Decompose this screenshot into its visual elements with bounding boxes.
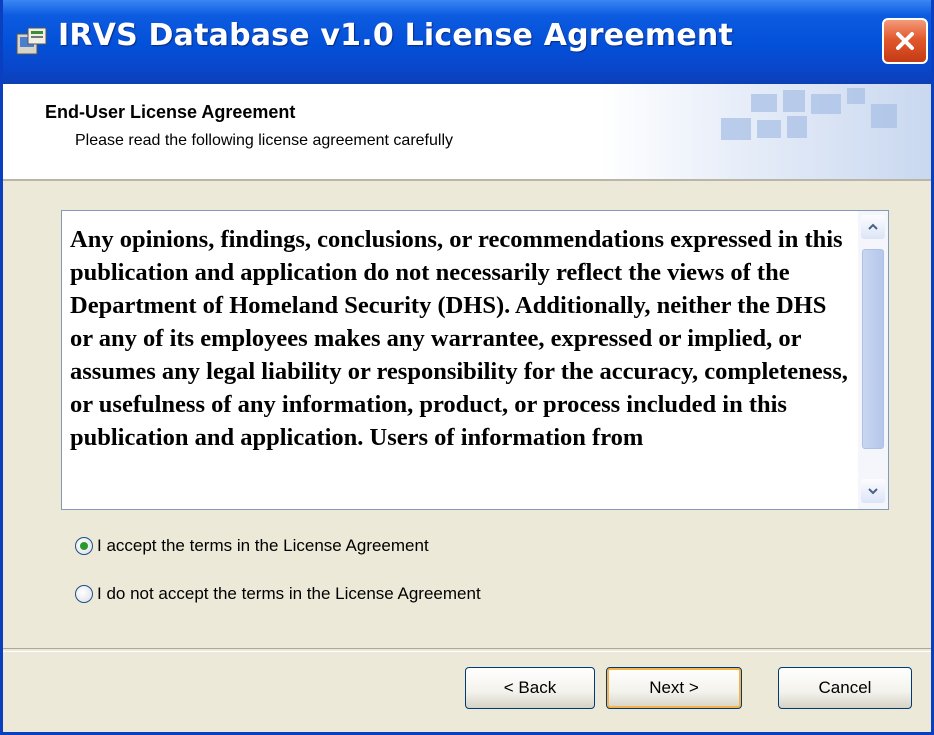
decline-option[interactable]: I do not accept the terms in the License… (75, 584, 481, 604)
scroll-down-button[interactable] (861, 479, 885, 503)
scroll-up-button[interactable] (861, 215, 885, 239)
accept-radio[interactable] (75, 537, 93, 555)
accept-option[interactable]: I accept the terms in the License Agreem… (75, 536, 429, 556)
close-icon (896, 32, 914, 50)
license-text: Any opinions, findings, conclusions, or … (70, 226, 848, 451)
installer-icon (16, 27, 47, 55)
header-title: End-User License Agreement (45, 102, 296, 122)
header-decoration (601, 84, 931, 179)
cancel-button[interactable]: Cancel (778, 667, 912, 709)
back-button[interactable]: < Back (465, 667, 595, 709)
scroll-thumb[interactable] (862, 249, 884, 449)
decline-radio[interactable] (75, 585, 93, 603)
accept-label[interactable]: I accept the terms in the License Agreem… (97, 536, 429, 556)
license-text-box[interactable]: Any opinions, findings, conclusions, or … (61, 210, 889, 510)
vertical-scrollbar[interactable] (858, 211, 888, 509)
next-button[interactable]: Next > (606, 667, 742, 709)
window-title: IRVS Database v1.0 License Agreement (58, 18, 733, 53)
title-bar[interactable]: IRVS Database v1.0 License Agreement (3, 0, 931, 84)
scroll-down-icon (868, 488, 878, 495)
header-subtitle: Please read the following license agreem… (75, 132, 453, 149)
scroll-up-icon (868, 223, 878, 230)
footer-separator (3, 648, 931, 652)
decline-label[interactable]: I do not accept the terms in the License… (97, 584, 481, 604)
installer-dialog: IRVS Database v1.0 License Agreement End… (0, 0, 934, 735)
header-banner: End-User License Agreement Please read t… (3, 84, 931, 181)
close-button[interactable] (882, 18, 928, 64)
